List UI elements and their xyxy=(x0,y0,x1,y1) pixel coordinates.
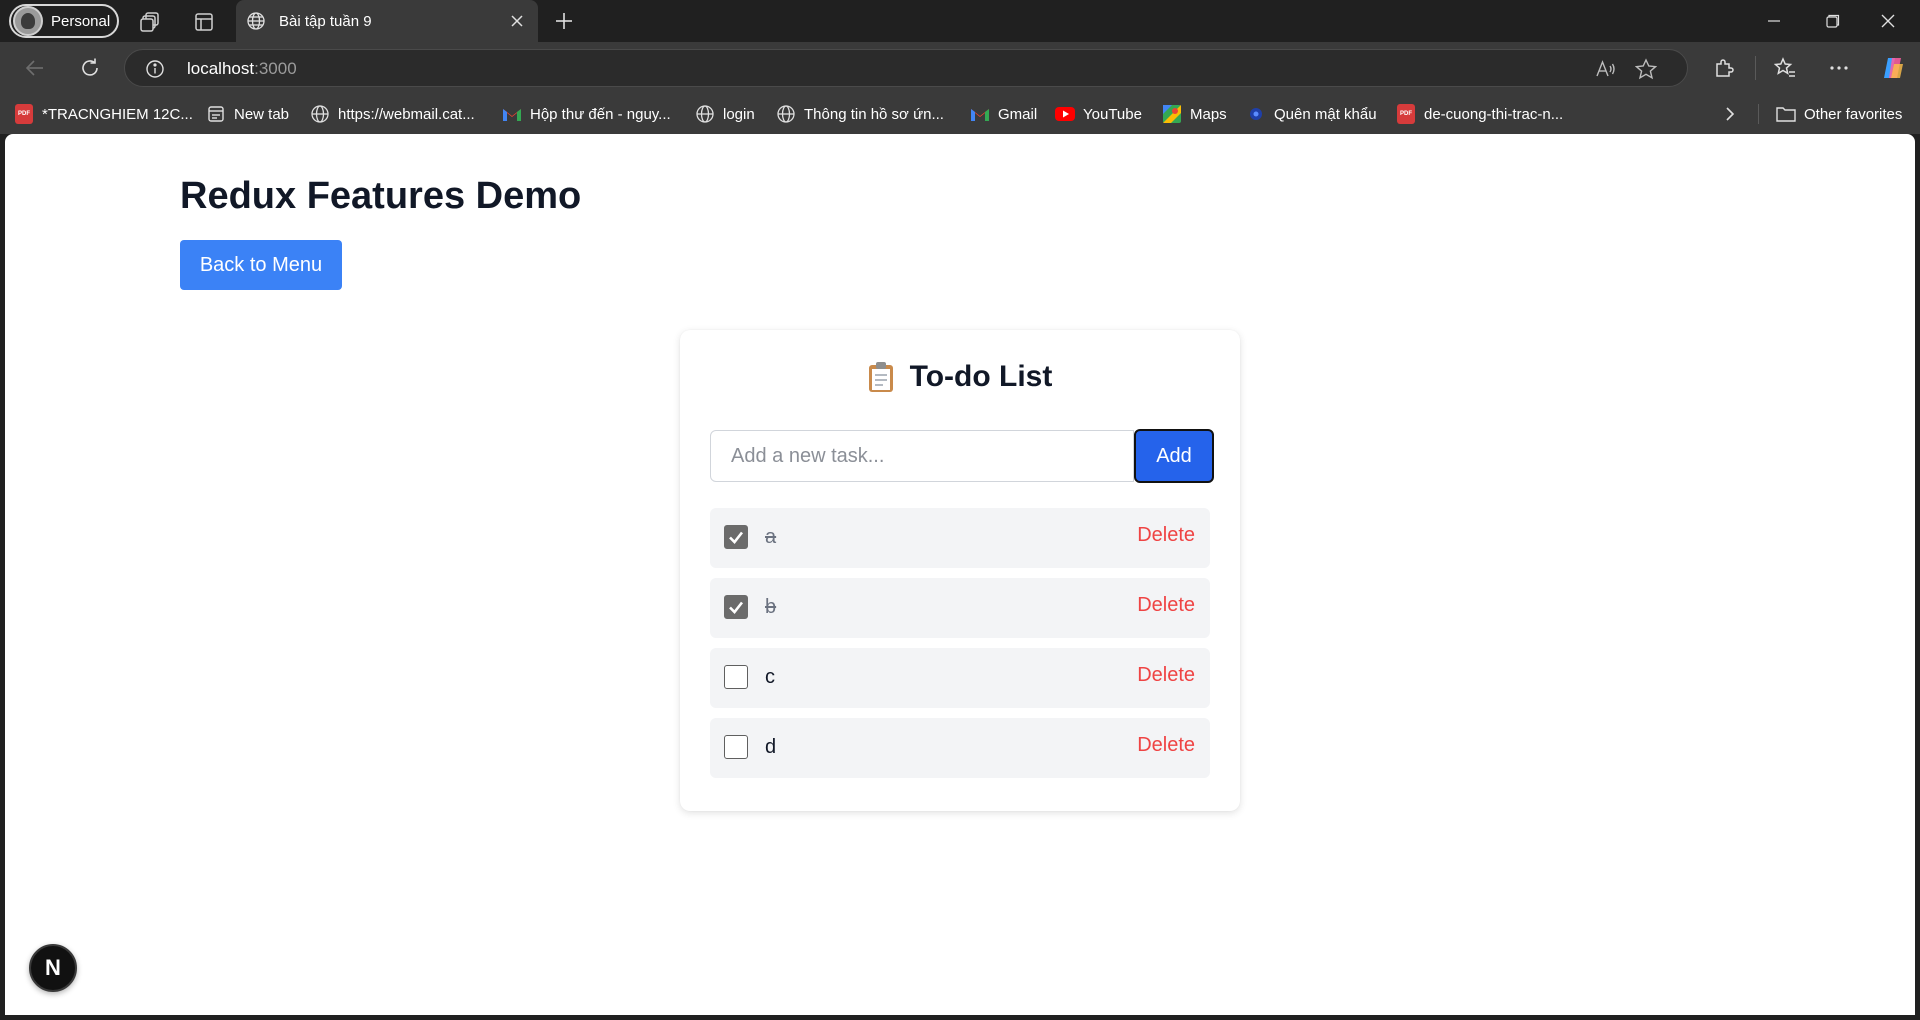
todo-item-text: a xyxy=(765,526,777,548)
todo-item-text: c xyxy=(765,666,775,688)
tab-active[interactable]: Bài tập tuần 9 xyxy=(236,0,538,42)
close-tab-icon[interactable] xyxy=(506,10,528,32)
other-favorites[interactable]: Other favorites xyxy=(1776,102,1902,126)
bookmark-login[interactable]: login xyxy=(695,102,755,126)
todo-title: To-do List xyxy=(680,360,1240,394)
bookmark-tracnghiem[interactable]: PDF *TRACNGHIEM 12C... xyxy=(14,102,193,126)
bookmark-webmail[interactable]: https://webmail.cat... xyxy=(310,102,475,126)
tab-strip: Personal Bài tập tuần 9 xyxy=(0,0,1920,42)
extensions-icon[interactable] xyxy=(1710,54,1738,82)
read-aloud-icon[interactable] xyxy=(1595,58,1617,80)
url-text: localhost:3000 xyxy=(187,59,297,78)
tab-title: Bài tập tuần 9 xyxy=(279,12,372,30)
avatar xyxy=(13,6,43,36)
bookmark-hop-thu-den[interactable]: Hộp thư đến - nguy... xyxy=(502,102,671,126)
site-info-icon[interactable] xyxy=(145,59,165,79)
checkbox-checked[interactable] xyxy=(724,595,748,619)
profile-label: Personal xyxy=(51,12,111,30)
todo-item: d Delete xyxy=(710,718,1210,778)
favorite-star-icon[interactable] xyxy=(1635,58,1657,80)
checkbox-checked[interactable] xyxy=(724,525,748,549)
chevron-right-icon[interactable] xyxy=(1718,102,1742,126)
toolbar-divider xyxy=(1755,56,1756,80)
globe-icon xyxy=(246,11,266,31)
navigation-bar: localhost:3000 xyxy=(0,42,1920,94)
workspaces-icon[interactable] xyxy=(138,10,162,34)
globe-icon xyxy=(310,104,330,124)
todo-item: c Delete xyxy=(710,648,1210,708)
back-to-menu-button[interactable]: Back to Menu xyxy=(180,240,342,290)
bookmark-gmail[interactable]: Gmail xyxy=(970,102,1037,126)
bookmark-thong-tin-ho-so[interactable]: Thông tin hồ sơ ứn... xyxy=(776,102,944,126)
folder-icon xyxy=(1776,104,1796,124)
pdf-icon: PDF xyxy=(1396,104,1416,124)
copilot-icon[interactable] xyxy=(1879,54,1907,82)
bookmark-quen-mat-khau[interactable]: Quên mật khẩu xyxy=(1246,102,1377,126)
close-window-icon[interactable] xyxy=(1866,6,1910,36)
page-title: Redux Features Demo xyxy=(180,175,582,217)
nextjs-dev-badge[interactable]: N xyxy=(29,944,77,992)
add-task-button[interactable]: Add xyxy=(1134,429,1214,483)
page-viewport: Redux Features Demo Back to Menu To-do L… xyxy=(5,134,1915,1015)
globe-icon xyxy=(776,104,796,124)
profile-button[interactable]: Personal xyxy=(9,4,119,38)
bookmarks-bar: PDF *TRACNGHIEM 12C... New tab https://w… xyxy=(0,94,1920,134)
todo-item: a Delete xyxy=(710,508,1210,568)
checkbox-unchecked[interactable] xyxy=(724,735,748,759)
todo-item-text: b xyxy=(765,596,777,618)
globe-icon xyxy=(695,104,715,124)
gmail-icon xyxy=(970,104,990,124)
gmail-icon xyxy=(502,104,522,124)
more-menu-icon[interactable] xyxy=(1825,54,1853,82)
back-icon[interactable] xyxy=(21,54,49,82)
tab-actions-icon[interactable] xyxy=(192,10,216,34)
checkbox-unchecked[interactable] xyxy=(724,665,748,689)
delete-button[interactable]: Delete xyxy=(1137,594,1195,617)
new-tab-icon xyxy=(206,104,226,124)
restore-icon[interactable] xyxy=(1811,6,1855,36)
bookmark-new-tab[interactable]: New tab xyxy=(206,102,289,126)
youtube-icon xyxy=(1055,104,1075,124)
todo-item-text: d xyxy=(765,736,777,758)
todo-title-text: To-do List xyxy=(909,360,1053,393)
maps-icon xyxy=(1162,104,1182,124)
delete-button[interactable]: Delete xyxy=(1137,734,1195,757)
new-tab-icon[interactable] xyxy=(552,9,576,33)
delete-button[interactable]: Delete xyxy=(1137,664,1195,687)
pdf-icon: PDF xyxy=(14,104,34,124)
minimize-icon[interactable] xyxy=(1752,6,1796,36)
new-task-input[interactable] xyxy=(710,430,1134,482)
favorites-icon[interactable] xyxy=(1771,54,1799,82)
bookmark-de-cuong[interactable]: PDF de-cuong-thi-trac-n... xyxy=(1396,102,1563,126)
delete-button[interactable]: Delete xyxy=(1137,524,1195,547)
todo-item: b Delete xyxy=(710,578,1210,638)
address-bar[interactable]: localhost:3000 xyxy=(124,49,1688,87)
bookmark-youtube[interactable]: YouTube xyxy=(1055,102,1142,126)
bookmark-maps[interactable]: Maps xyxy=(1162,102,1227,126)
bookmarks-divider xyxy=(1758,104,1759,124)
clipboard-icon xyxy=(868,361,894,393)
todo-card: To-do List Add a Delete b Delete c Delet… xyxy=(680,330,1240,811)
refresh-icon[interactable] xyxy=(76,54,104,82)
site-icon xyxy=(1246,104,1266,124)
